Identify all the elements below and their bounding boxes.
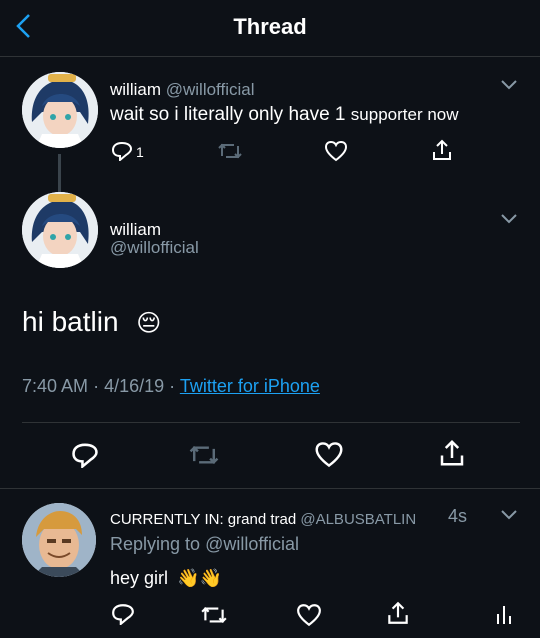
author-name[interactable]: CURRENTLY IN: grand trad [110, 511, 296, 528]
author-name[interactable]: william [110, 220, 161, 240]
page-title: Thread [233, 14, 307, 39]
tweet-text-body: hi batlin [22, 306, 119, 337]
share-icon[interactable] [438, 438, 466, 468]
replying-label: Replying to [110, 534, 201, 554]
replying-handle[interactable]: @willofficial [205, 534, 299, 554]
reply-icon[interactable] [71, 442, 99, 468]
reply-author: CURRENTLY IN: grand trad @ALBUSBATLIN [110, 511, 416, 528]
author-handle[interactable]: @ALBUSBATLIN [300, 511, 416, 528]
top-bar: Thread [0, 0, 540, 57]
divider [22, 422, 520, 423]
tweet-meta: 7:40 AM · 4/16/19 · Twitter for iPhone [22, 376, 320, 397]
tweet-text: wait so i literally only have 1 supporte… [110, 104, 459, 126]
analytics-icon[interactable] [494, 602, 514, 626]
pensive-emoji: 😔 [136, 310, 162, 337]
reply-count: 1 [136, 144, 144, 160]
chevron-down-icon[interactable] [500, 78, 518, 96]
waving-hand-emoji: 👋👋 [177, 568, 222, 588]
tweet-author: william @willofficial [110, 80, 254, 100]
share-icon[interactable] [431, 138, 453, 162]
tweet-time: 7:40 AM [22, 376, 89, 396]
chevron-down-icon[interactable] [500, 508, 518, 526]
meta-separator: · [93, 376, 100, 396]
tweet-date: 4/16/19 [104, 376, 165, 396]
meta-separator: · [169, 376, 176, 396]
author-handle[interactable]: @willofficial [110, 238, 199, 258]
replying-to: Replying to @willofficial [110, 534, 299, 555]
retweet-icon[interactable] [200, 605, 228, 625]
chevron-down-icon[interactable] [500, 212, 518, 230]
reply-icon[interactable] [111, 141, 133, 161]
retweet-icon[interactable] [217, 142, 243, 160]
tweet-text-body: hey girl [110, 568, 169, 588]
avatar[interactable] [22, 192, 98, 268]
avatar[interactable] [22, 72, 98, 148]
avatar[interactable] [22, 503, 96, 577]
like-icon[interactable] [314, 441, 344, 468]
tweet-text-part: wait so i literally only have 1 [110, 104, 346, 125]
thread-connector [58, 154, 61, 194]
tweet-source-link[interactable]: Twitter for iPhone [180, 376, 320, 396]
tweet-text: hi batlin 😔 [22, 306, 161, 338]
author-name[interactable]: william [110, 80, 161, 99]
reply-icon[interactable] [111, 603, 135, 625]
tweet-age: 4s [448, 506, 468, 526]
share-icon[interactable] [386, 600, 410, 626]
tweet-text-part: supporter now [350, 105, 459, 124]
retweet-icon[interactable] [188, 444, 220, 466]
like-icon[interactable] [296, 603, 322, 627]
divider [0, 488, 540, 489]
like-icon[interactable] [324, 140, 348, 162]
author-handle[interactable]: @willofficial [166, 80, 255, 99]
tweet-text: hey girl 👋👋 [110, 568, 222, 589]
